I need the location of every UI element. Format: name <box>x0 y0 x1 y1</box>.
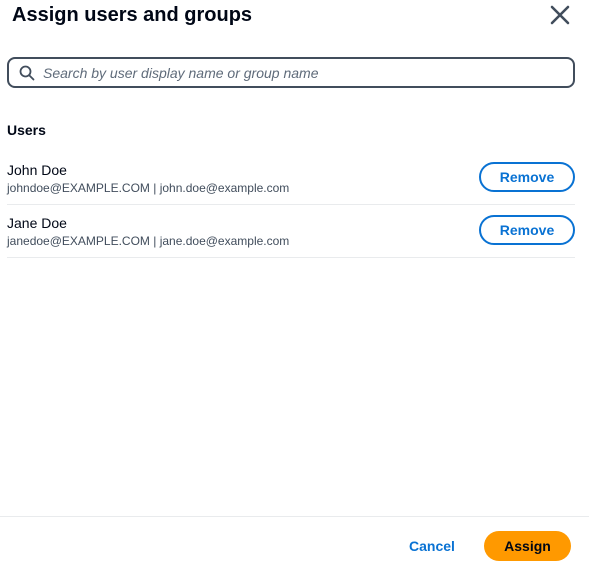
remove-user-button[interactable]: Remove <box>479 215 575 245</box>
user-name: Jane Doe <box>7 215 67 231</box>
assign-button[interactable]: Assign <box>484 531 571 561</box>
user-details: johndoe@EXAMPLE.COM | john.doe@example.c… <box>7 181 290 195</box>
search-input[interactable] <box>43 59 563 86</box>
footer-divider <box>0 516 589 517</box>
user-row: John Doe johndoe@EXAMPLE.COM | john.doe@… <box>7 152 575 205</box>
dialog-title: Assign users and groups <box>12 4 253 26</box>
user-row: Jane Doe janedoe@EXAMPLE.COM | jane.doe@… <box>7 205 575 258</box>
remove-user-button[interactable]: Remove <box>479 162 575 192</box>
user-name: John Doe <box>7 162 67 178</box>
user-list: John Doe johndoe@EXAMPLE.COM | john.doe@… <box>7 152 575 258</box>
search-icon <box>19 65 35 81</box>
close-icon <box>550 5 570 25</box>
cancel-button[interactable]: Cancel <box>400 531 464 561</box>
user-details: janedoe@EXAMPLE.COM | jane.doe@example.c… <box>7 234 290 248</box>
close-button[interactable] <box>549 4 571 26</box>
dialog-header: Assign users and groups <box>12 0 577 34</box>
search-box[interactable] <box>7 57 575 88</box>
users-section-title: Users <box>7 122 46 138</box>
